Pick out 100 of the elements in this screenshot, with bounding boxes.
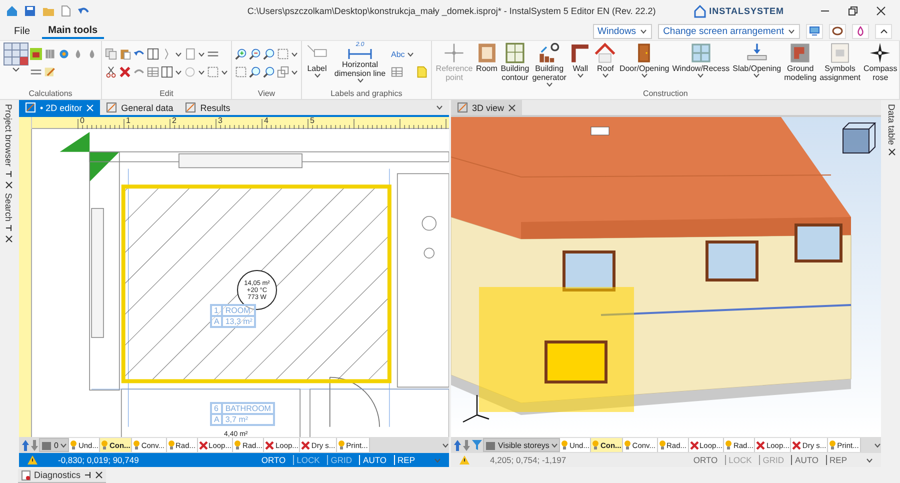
scissors-icon[interactable] <box>105 66 117 78</box>
magnifier-icon[interactable] <box>263 66 275 78</box>
close-icon[interactable] <box>876 6 886 16</box>
ribbon-button[interactable]: Ground modeling <box>783 42 818 82</box>
dashed-box-icon[interactable] <box>235 66 247 78</box>
monitor-button[interactable] <box>806 24 823 38</box>
dock-tab[interactable]: Search <box>4 192 14 222</box>
radiator-icon[interactable] <box>44 48 56 60</box>
paste-icon[interactable] <box>119 48 131 60</box>
document-tab[interactable]: • 2D editor <box>19 100 100 115</box>
ruler-label: 3 <box>218 117 222 125</box>
up-arrow-icon[interactable] <box>453 438 462 452</box>
pin-icon[interactable] <box>84 471 92 479</box>
selected-room[interactable] <box>121 184 392 384</box>
ribbon-button[interactable]: Door/Opening <box>618 42 670 78</box>
ribbon-button[interactable]: Room <box>474 42 499 73</box>
ruler-label: 4 <box>264 117 268 125</box>
dashed-box-icon[interactable] <box>277 48 289 60</box>
caret-icon <box>434 458 441 462</box>
pencil-icon[interactable] <box>44 66 56 78</box>
down-arrow-icon[interactable] <box>30 438 39 452</box>
dock-tab[interactable]: Project browser <box>4 104 14 167</box>
gear-icon[interactable] <box>58 48 70 60</box>
close-icon[interactable] <box>888 148 896 156</box>
close-icon[interactable] <box>508 104 516 112</box>
save-icon[interactable] <box>24 5 36 17</box>
document-tab[interactable]: 3D view <box>451 100 522 115</box>
zoom-out-icon[interactable] <box>249 48 261 60</box>
mode-toggle[interactable]: REP <box>826 455 850 465</box>
document-tab[interactable]: General data <box>100 100 180 115</box>
copy-icon[interactable] <box>105 48 117 60</box>
table-icon[interactable] <box>147 66 159 78</box>
dashed-box-icon[interactable] <box>207 66 219 78</box>
diagnostics-tab[interactable]: Diagnostics <box>18 468 106 483</box>
page-icon[interactable] <box>61 5 71 17</box>
coordinates-text: -0,830; 0,019; 90,749 <box>58 455 139 465</box>
marker-triangles-drawing <box>60 132 120 182</box>
chevron-up-icon <box>880 28 888 34</box>
bulb-icon <box>70 440 78 450</box>
dock-tab[interactable]: Data table <box>886 104 896 146</box>
pin-icon[interactable] <box>4 224 12 232</box>
mode-toggle[interactable]: ORTO <box>690 455 721 465</box>
zoom-in-icon[interactable] <box>235 48 247 60</box>
cross-icon <box>265 440 274 450</box>
monitor-icon <box>809 26 820 36</box>
note-icon[interactable] <box>416 66 428 78</box>
heater-icon[interactable] <box>30 48 42 60</box>
coil-button[interactable] <box>829 24 846 38</box>
house-3d-scene-drawing[interactable] <box>451 117 876 423</box>
page-icon[interactable] <box>184 48 196 60</box>
filter-icon[interactable] <box>471 439 483 451</box>
collapse-button[interactable] <box>875 24 892 38</box>
ribbon-button[interactable]: Building generator <box>531 42 568 87</box>
group-label: Labels and graphics <box>330 89 404 99</box>
document-tab[interactable]: Results <box>179 100 236 115</box>
calculator-icon[interactable] <box>3 42 29 72</box>
ribbon-button[interactable]: Slab/Opening <box>732 42 782 78</box>
home-icon[interactable] <box>6 5 18 17</box>
caret-icon <box>175 52 182 56</box>
bulb-icon <box>234 440 242 450</box>
bulb-icon <box>101 440 108 450</box>
table-icon[interactable] <box>391 66 403 78</box>
restore-icon[interactable] <box>848 6 858 16</box>
window-icon <box>690 42 712 64</box>
storey-dropdown[interactable]: Visible storeys <box>483 438 560 452</box>
frame-icon[interactable] <box>147 48 159 60</box>
down-arrow-icon[interactable] <box>462 438 471 452</box>
ribbon-button[interactable]: Building contour <box>500 42 530 82</box>
up-arrow-icon[interactable] <box>21 438 30 452</box>
ribbon-button[interactable]: Symbols assignment <box>818 42 862 82</box>
mode-toggle[interactable]: AUTO <box>791 455 822 465</box>
ribbon-button[interactable]: Compass rose <box>862 42 898 82</box>
arrangement-dropdown[interactable]: Change screen arrangement <box>658 24 800 38</box>
caret-icon <box>291 70 298 74</box>
mode-toggle[interactable]: AUTO <box>359 455 390 465</box>
caret-icon <box>291 52 298 56</box>
ribbon-button[interactable]: Wall <box>568 42 592 78</box>
layers-icon <box>41 440 52 450</box>
ribbon-button[interactable]: Label <box>305 42 329 78</box>
close-icon[interactable] <box>4 180 12 189</box>
close-icon[interactable] <box>94 471 103 479</box>
bulb-icon <box>168 440 175 450</box>
storey-dropdown[interactable]: 0 <box>39 438 70 452</box>
bulb-icon <box>658 440 666 450</box>
mode-toggle[interactable]: REP <box>394 455 418 465</box>
pin-icon[interactable] <box>4 170 12 178</box>
magnifier-icon[interactable] <box>249 66 261 78</box>
cross-icon[interactable] <box>119 66 131 78</box>
ribbon-button[interactable]: Roof <box>593 42 618 78</box>
windows-dropdown[interactable]: Windows <box>592 24 652 38</box>
drop-button[interactable] <box>852 24 869 38</box>
close-icon[interactable] <box>4 235 12 244</box>
squares-icon[interactable] <box>277 66 289 78</box>
frame-icon[interactable] <box>161 66 173 78</box>
mode-toggle[interactable]: ORTO <box>258 455 289 465</box>
text-style-tool[interactable]: Abc <box>391 50 414 58</box>
ribbon-tab[interactable]: File <box>8 24 36 38</box>
ruler-label: 0 <box>80 117 84 125</box>
magnifier-icon[interactable] <box>263 48 275 60</box>
ribbon-button[interactable]: Window/Recess <box>671 42 731 78</box>
